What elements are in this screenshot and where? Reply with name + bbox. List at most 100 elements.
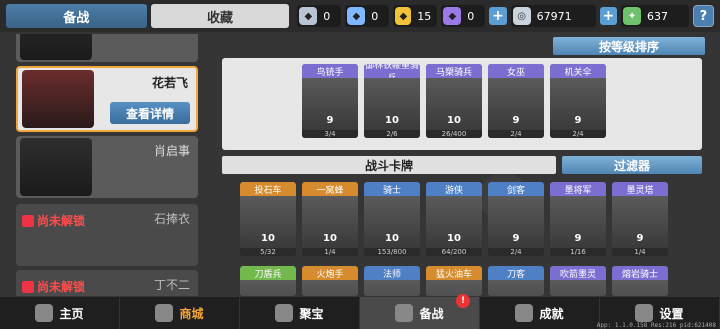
home-icon <box>35 304 54 322</box>
battle-cards-title: 战斗卡牌 <box>222 156 556 174</box>
nav-shop[interactable]: 商城 <box>120 297 240 329</box>
blue-gem-icon: ◆ <box>347 7 366 25</box>
nav-home[interactable]: 主页 <box>0 297 120 329</box>
unit-card-count: 1/16 <box>550 248 606 256</box>
nav-label: 设置 <box>659 306 684 321</box>
version-text: App: 1.1.0.158 Res:216 pid:621408 <box>596 322 716 329</box>
unit-card-level: 10 <box>447 115 461 126</box>
unit-card[interactable]: 游侠 10 64/200 <box>426 182 482 256</box>
unit-card-name: 吹箭墨灵 <box>550 266 606 280</box>
unit-card[interactable]: 女巫 9 2/4 <box>488 64 544 138</box>
help-button[interactable]: ? <box>692 5 715 27</box>
gem-value: 637 <box>647 9 669 23</box>
unit-card-count: 5/32 <box>240 248 296 256</box>
unit-card[interactable]: 猛火油车 <box>426 266 482 296</box>
unit-card-level: 9 <box>512 233 520 244</box>
hero-card[interactable]: 肖启事 <box>16 136 198 198</box>
hero-name: 肖启事 <box>153 144 190 158</box>
unit-card[interactable]: 鸟铳手 9 3/4 <box>302 64 358 138</box>
treasure-icon <box>275 304 294 322</box>
nav-treasure[interactable]: 聚宝 <box>240 297 360 329</box>
unit-card-name: 墨灵塔 <box>612 182 668 196</box>
nav-cards[interactable]: 备战! <box>360 294 480 329</box>
gold-gem-icon: ◆ <box>395 7 412 25</box>
unit-card[interactable]: 投石车 10 5/32 <box>240 182 296 256</box>
resource-value: 15 <box>417 9 432 23</box>
unit-card-art <box>488 280 544 296</box>
coin-value: 67971 <box>536 9 572 23</box>
unit-card-level: 9 <box>574 233 582 244</box>
unit-card-name: 马槊骑兵 <box>426 64 482 78</box>
unit-card[interactable]: 刀客 <box>488 266 544 296</box>
unit-card-art <box>426 280 482 296</box>
unit-card-level: 10 <box>447 233 461 244</box>
unit-card-level: 10 <box>385 115 399 126</box>
sort-by-level-button[interactable]: 按等级排序 <box>553 37 705 55</box>
add-coins-button[interactable]: + <box>489 7 507 25</box>
team-panel: 鸟铳手93/4御林铁鞭重骑兵102/6马槊骑兵1026/400女巫92/4机关伞… <box>222 58 702 150</box>
unit-card-count: 1/4 <box>612 248 668 256</box>
tab-collection[interactable]: 收藏 <box>150 4 290 28</box>
locked-label: 尚未解锁 <box>22 212 85 229</box>
unit-card-count: 2/4 <box>488 248 544 256</box>
unit-card[interactable]: 熔岩骑士 <box>612 266 668 296</box>
unit-card-art: 9 <box>488 196 544 248</box>
unit-card[interactable]: 马槊骑兵 10 26/400 <box>426 64 482 138</box>
unit-card[interactable]: 剑客 9 2/4 <box>488 182 544 256</box>
nav-label: 主页 <box>59 306 84 321</box>
nav-label: 聚宝 <box>299 306 324 321</box>
unit-card-art: 10 <box>426 78 482 130</box>
unit-card[interactable]: 一窝蜂 10 1/4 <box>302 182 358 256</box>
hero-card-selected[interactable]: 花若飞 查看详情 <box>16 66 198 132</box>
unit-card[interactable]: 吹箭墨灵 <box>550 266 606 296</box>
hero-list[interactable]: 花若飞 查看详情 肖启事 尚未解锁 石捧衣 尚未解锁 丁不二 <box>12 34 202 296</box>
unit-card-name: 女巫 <box>488 64 544 78</box>
locked-label: 尚未解锁 <box>22 278 85 295</box>
unit-card[interactable]: 御林铁鞭重骑兵 10 2/6 <box>364 64 420 138</box>
unit-card[interactable]: 法师 <box>364 266 420 296</box>
unit-card-name: 游侠 <box>426 182 482 196</box>
unit-card-art <box>240 280 296 296</box>
coin-icon: ◎ <box>512 7 531 25</box>
purple-gem-icon: ◆ <box>443 7 462 25</box>
hero-card[interactable] <box>16 34 198 62</box>
unit-card[interactable]: 刀盾兵 <box>240 266 296 296</box>
hero-card-locked[interactable]: 尚未解锁 石捧衣 <box>16 204 198 266</box>
resource-counter: ◆ 15 <box>393 5 438 27</box>
unit-card[interactable]: 火炮手 <box>302 266 358 296</box>
unit-card-name: 剑客 <box>488 182 544 196</box>
unit-card[interactable]: 机关伞 9 2/4 <box>550 64 606 138</box>
unit-card-name: 一窝蜂 <box>302 182 358 196</box>
unit-card-art: 10 <box>302 196 358 248</box>
unit-card-name: 法师 <box>364 266 420 280</box>
filter-button[interactable]: 过滤器 <box>562 156 702 174</box>
unit-card-name: 鸟铳手 <box>302 64 358 78</box>
unit-card-art: 10 <box>240 196 296 248</box>
unit-card-level: 10 <box>323 233 337 244</box>
unit-card[interactable]: 骑士 10 153/800 <box>364 182 420 256</box>
resource-counter: ◆ 0 <box>345 5 390 27</box>
nav-achievement[interactable]: 成就 <box>480 297 600 329</box>
unit-card-art: 9 <box>488 78 544 130</box>
hero-name: 花若飞 <box>151 76 188 90</box>
unit-card-level: 10 <box>261 233 275 244</box>
add-gems-button[interactable]: + <box>599 7 618 25</box>
hero-card-locked[interactable]: 尚未解锁 丁不二 <box>16 270 198 296</box>
unit-card-name: 骑士 <box>364 182 420 196</box>
unit-card-name: 火炮手 <box>302 266 358 280</box>
unit-card[interactable]: 墨将军 9 1/16 <box>550 182 606 256</box>
silver-gem-icon: ◆ <box>299 7 318 25</box>
unit-card-name: 机关伞 <box>550 64 606 78</box>
unit-card-art: 10 <box>364 78 420 130</box>
view-details-button[interactable]: 查看详情 <box>110 102 190 124</box>
unit-card-count: 64/200 <box>426 248 482 256</box>
unit-card-count: 3/4 <box>302 130 358 138</box>
unit-card-count: 26/400 <box>426 130 482 138</box>
unit-card-name: 墨将军 <box>550 182 606 196</box>
unit-card-art: 10 <box>426 196 482 248</box>
tab-prepare[interactable]: 备战 <box>6 4 147 28</box>
unit-card-count: 2/4 <box>550 130 606 138</box>
unit-card[interactable]: 墨灵塔 9 1/4 <box>612 182 668 256</box>
unit-card-name: 刀盾兵 <box>240 266 296 280</box>
gear-icon <box>635 304 654 322</box>
